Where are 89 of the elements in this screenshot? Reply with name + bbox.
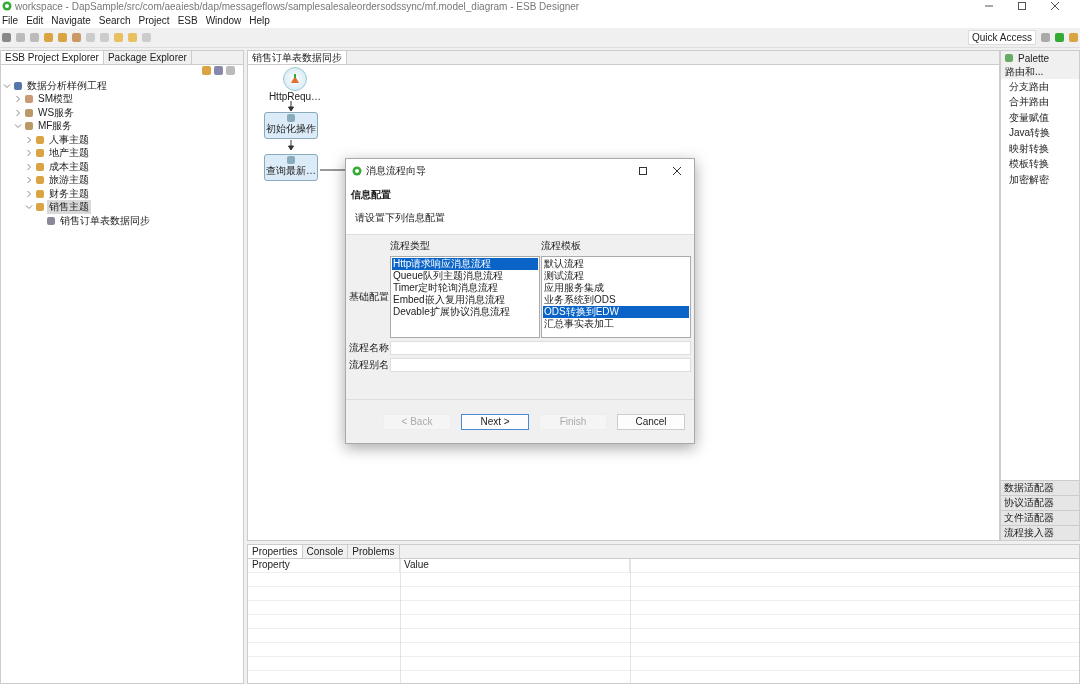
connector-line (320, 169, 346, 171)
field-label: 流程名称 (349, 341, 389, 355)
menu-item[interactable]: Project (136, 14, 176, 26)
connector-arrow (288, 140, 294, 150)
window-title: workspace - DapSample/src/com/aeaiesb/dap/messageflows/samplesalesaleordersodssync/mf.model_diagram - ESB Designer (15, 0, 581, 12)
menu-item[interactable]: ESB (175, 14, 204, 26)
start-icon (289, 73, 301, 85)
view-tab[interactable]: ESB Project Explorer (1, 51, 104, 64)
palette-item[interactable]: Java转换 (1001, 125, 1079, 141)
menu-item[interactable]: Navigate (49, 14, 97, 26)
tree-item[interactable]: 财务主题 (47, 186, 91, 201)
menu-item[interactable]: Edit (24, 14, 50, 26)
palette-icon (1005, 54, 1013, 62)
palette-drawer[interactable]: 协议适配器 (1001, 495, 1079, 510)
tree-item[interactable]: 销售订单表数据同步 (58, 213, 152, 228)
tree-item[interactable]: MF服务 (36, 119, 75, 134)
task-icon (286, 155, 296, 164)
page-heading: 信息配置 (351, 188, 392, 202)
tree-item[interactable]: 成本主题 (47, 159, 91, 174)
chevron-right-icon[interactable] (25, 189, 33, 198)
menu-item[interactable]: Window (203, 14, 248, 26)
close-icon[interactable] (1050, 1, 1060, 11)
palette-item[interactable]: 加密解密 (1001, 172, 1079, 188)
tree-item[interactable]: SM模型 (36, 92, 75, 107)
palette-drawer[interactable]: 数据适配器 (1001, 480, 1079, 495)
palette-item[interactable]: 变量赋值 (1001, 110, 1079, 126)
tree-item[interactable]: 地产主题 (47, 146, 91, 161)
dialog-title: 消息流程向导 (366, 164, 427, 178)
column-header: Property (248, 559, 400, 573)
list-item[interactable]: ODS转换到EDW (543, 306, 689, 318)
chevron-down-icon[interactable] (3, 81, 11, 90)
editor-tab[interactable]: 销售订单表数据同步 (248, 51, 347, 64)
task-node: 查询最新… (264, 154, 318, 181)
chevron-down-icon[interactable] (14, 122, 22, 131)
tree-item[interactable]: WS服务 (36, 105, 77, 120)
palette-item[interactable]: 合并路由 (1001, 94, 1079, 110)
list-item[interactable]: 业务系统到ODS (543, 294, 689, 306)
node-label: HttpRequ… (268, 91, 322, 102)
list-item[interactable]: Queue队列主题消息流程 (392, 270, 538, 282)
chevron-right-icon[interactable] (25, 149, 33, 158)
menu-item[interactable]: Search (96, 14, 137, 26)
input-field[interactable] (390, 341, 691, 355)
list-item[interactable]: Devable扩展协议消息流程 (392, 306, 538, 318)
menu-item[interactable]: Help (247, 14, 276, 26)
chevron-right-icon[interactable] (14, 108, 22, 117)
task-node: 初始化操作 (264, 112, 318, 139)
tree-item[interactable]: 旅游主题 (47, 173, 91, 188)
list-item[interactable]: 应用服务集成 (543, 282, 689, 294)
flow-type-list[interactable]: Http请求响应消息流程 Queue队列主题消息流程 Timer定时轮询消息流程 Embed嵌入复用消息流程 Devable扩展协议消息流程 (390, 256, 540, 338)
dialog-button[interactable]: Cancel (617, 413, 685, 430)
menu-item[interactable]: File (0, 14, 25, 26)
connector-arrow (288, 101, 294, 111)
app-logo-icon (352, 166, 362, 176)
chevron-right-icon[interactable] (25, 176, 33, 185)
chevron-down-icon[interactable] (25, 203, 33, 212)
input-field[interactable] (390, 358, 691, 372)
flow-icon (47, 216, 55, 225)
list-item[interactable]: Http请求响应消息流程 (392, 258, 538, 270)
palette-item[interactable]: 模板转换 (1001, 156, 1079, 172)
list-item[interactable]: 测试流程 (543, 270, 689, 282)
list-item[interactable]: Timer定时轮询消息流程 (392, 282, 538, 294)
column-header: Value (400, 559, 630, 573)
chevron-right-icon[interactable] (25, 135, 33, 144)
close-icon[interactable] (672, 166, 682, 176)
maximize-icon[interactable] (1017, 1, 1027, 11)
field-label: 流程别名 (349, 358, 389, 372)
dialog-button[interactable]: Next > (461, 413, 529, 430)
palette-title: Palette (1018, 52, 1050, 64)
quick-access-field[interactable]: Quick Access (967, 30, 1036, 45)
list-header: 流程类型 (390, 239, 431, 253)
maximize-icon[interactable] (638, 166, 648, 176)
list-item[interactable]: 汇总事实表加工 (543, 318, 689, 330)
chevron-right-icon[interactable] (14, 95, 22, 104)
task-icon (286, 113, 296, 122)
palette-item[interactable]: 分支路由 (1001, 79, 1079, 95)
template-list[interactable]: 默认流程 测试流程 应用服务集成 业务系统到ODS ODS转换到EDW 汇总事实表加工 (541, 256, 691, 338)
list-header: 流程模板 (541, 239, 582, 253)
list-item[interactable]: 默认流程 (543, 258, 689, 270)
tree-item[interactable]: 数据分析样例工程 (25, 78, 109, 93)
list-item[interactable]: Embed嵌入复用消息流程 (392, 294, 538, 306)
tree-item[interactable]: 人事主题 (47, 132, 91, 147)
field-label: 基础配置 (349, 290, 389, 304)
palette-drawer[interactable]: 流程接入器 (1001, 525, 1079, 540)
tree-item[interactable]: 销售主题 (47, 200, 91, 215)
chevron-right-icon[interactable] (25, 162, 33, 171)
view-tab[interactable]: Properties (248, 545, 303, 558)
page-description: 请设置下列信息配置 (354, 211, 446, 225)
palette-item[interactable]: 映射转换 (1001, 141, 1079, 157)
palette-drawer[interactable]: 文件适配器 (1001, 510, 1079, 525)
